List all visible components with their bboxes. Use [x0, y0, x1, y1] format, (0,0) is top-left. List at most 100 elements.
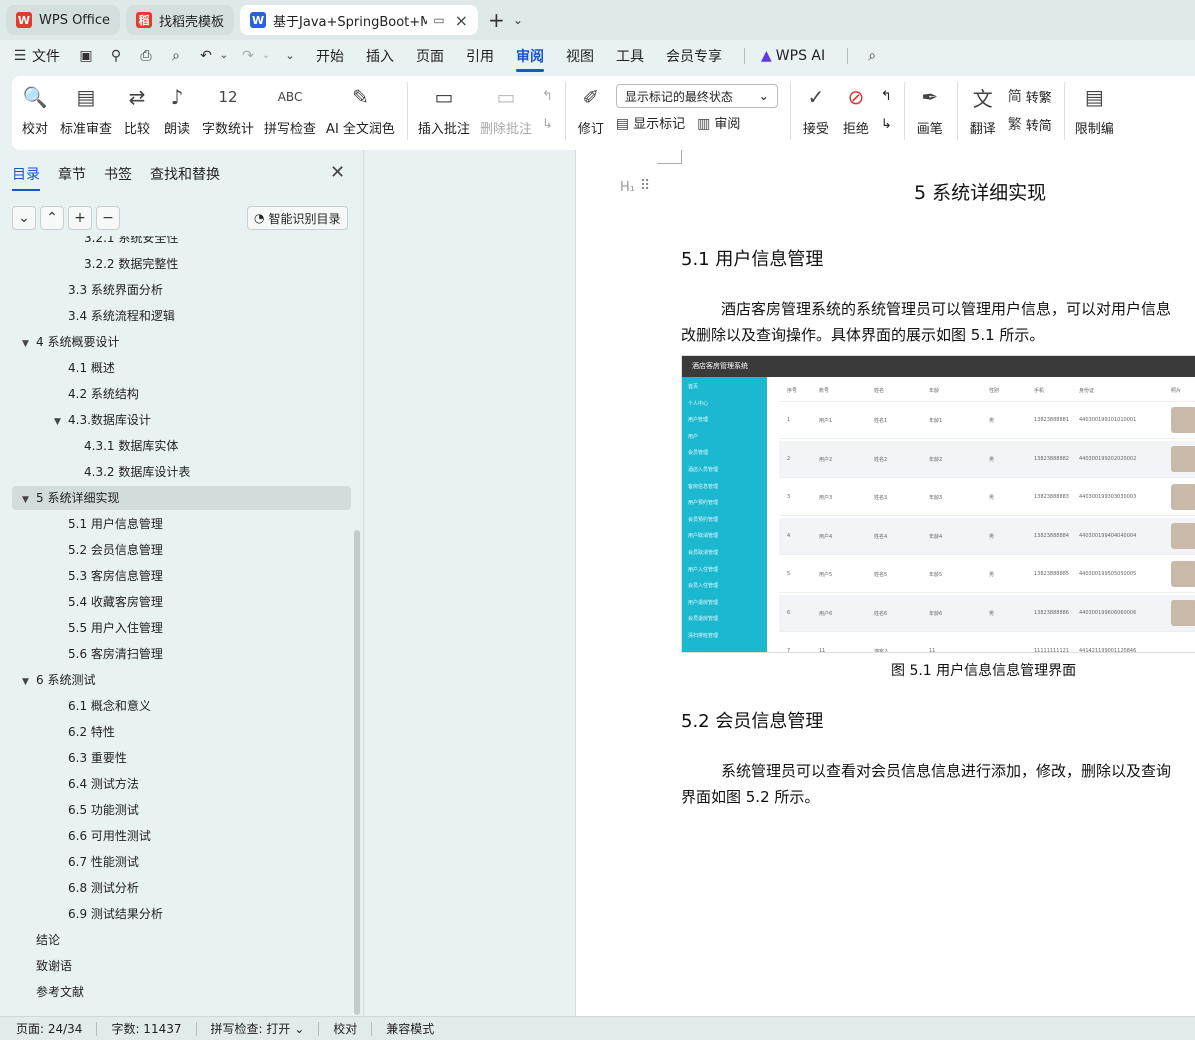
toc-item[interactable]: 5.4 收藏客房管理	[12, 590, 351, 614]
nav-tab-sections[interactable]: 章节	[58, 164, 86, 184]
proof-status[interactable]: 校对	[333, 1020, 357, 1037]
toc-item[interactable]: ▼ 4 系统概要设计	[12, 330, 351, 354]
compare-button[interactable]: ⇄ 比较	[122, 82, 152, 137]
toc-item[interactable]: 6.1 概念和意义	[12, 694, 351, 718]
chevron-down-icon[interactable]: ⌄	[513, 13, 523, 27]
nav-tab-find-replace[interactable]: 查找和替换	[150, 164, 220, 184]
toc-item[interactable]: 6.2 特性	[12, 720, 351, 744]
expand-arrow-icon[interactable]: ▼	[22, 670, 36, 694]
tab-document[interactable]: W 基于Java+SpringBoot+MyS ▭ ×	[240, 5, 479, 35]
drag-handle-icon[interactable]: ⠿	[640, 178, 650, 194]
expand-arrow-icon[interactable]: ▼	[22, 488, 36, 512]
review-pane-button[interactable]: ▥ 审阅	[697, 113, 740, 132]
tab-wps-office[interactable]: W WPS Office	[6, 5, 121, 35]
redo-dropdown-icon[interactable]: ⌄	[258, 48, 274, 64]
delete-comment-button[interactable]: ▭ 删除批注	[480, 82, 532, 137]
expand-arrow-icon[interactable]: ▼	[22, 332, 36, 356]
next-change-icon[interactable]: ↳	[881, 110, 892, 138]
print-preview-icon[interactable]: ⌕	[168, 48, 184, 64]
toc-item[interactable]: 6.9 测试结果分析	[12, 902, 351, 926]
menu-home[interactable]: 开始	[316, 46, 344, 66]
toc-item[interactable]: 5.2 会员信息管理	[12, 538, 351, 562]
toc-item[interactable]: 3.4 系统流程和逻辑	[12, 304, 351, 328]
toc-item[interactable]: 6.7 性能测试	[12, 850, 351, 874]
toc-item[interactable]: 5.5 用户入住管理	[12, 616, 351, 640]
previous-comment-icon[interactable]: ↰	[542, 82, 553, 110]
toc-item[interactable]: 6.3 重要性	[12, 746, 351, 770]
accept-button[interactable]: ✓ 接受	[801, 82, 831, 137]
next-comment-icon[interactable]: ↳	[542, 110, 553, 138]
menu-member[interactable]: 会员专享	[666, 46, 722, 66]
undo-icon[interactable]: ↶	[198, 48, 214, 64]
toc-item[interactable]: 6.4 测试方法	[12, 772, 351, 796]
toc-item[interactable]: 致谢语	[12, 954, 351, 978]
heading-icon[interactable]: H₁	[620, 180, 635, 195]
track-changes-button[interactable]: ✐ 修订	[576, 82, 606, 137]
toc-item[interactable]: 5.6 客房清扫管理	[12, 642, 351, 666]
toc-item[interactable]: 5.1 用户信息管理	[12, 512, 351, 536]
toc-item[interactable]: ▼ 5 系统详细实现	[12, 486, 351, 510]
smart-toc-button[interactable]: ◔ 智能识别目录	[247, 206, 348, 230]
show-markup-button[interactable]: ▤ 显示标记	[616, 113, 685, 132]
toc-item[interactable]: 3.2.1 系统安全性	[12, 236, 351, 250]
pen-button[interactable]: ✒ 画笔	[915, 82, 945, 137]
scrollbar[interactable]	[354, 530, 360, 1015]
toc-item[interactable]: ▼ 6 系统测试	[12, 668, 351, 692]
ai-polish-button[interactable]: ✎ AI 全文润色	[326, 82, 395, 137]
toc-item[interactable]: 6.6 可用性测试	[12, 824, 351, 848]
redo-icon[interactable]: ↷	[240, 48, 256, 64]
menu-file[interactable]: 文件	[32, 46, 60, 66]
menu-wps-ai[interactable]: ▲ WPS AI	[761, 48, 825, 64]
word-count[interactable]: 字数: 11437	[111, 1020, 181, 1037]
toc-item[interactable]: 3.3 系统界面分析	[12, 278, 351, 302]
toc-item[interactable]: 4.3.2 数据库设计表	[12, 460, 351, 484]
screen-icon[interactable]: ▭	[433, 13, 444, 27]
translate-button[interactable]: 文翻译	[968, 82, 998, 138]
proofread-button[interactable]: 🔍 校对	[20, 82, 50, 137]
toc-item[interactable]: 5.3 客房信息管理	[12, 564, 351, 588]
toc-item[interactable]: 参考文献	[12, 980, 351, 1004]
insert-comment-button[interactable]: ▭ 插入批注	[418, 82, 470, 137]
display-mode-select[interactable]: 显示标记的最终状态 ⌄	[615, 84, 778, 108]
spell-check-status[interactable]: 拼写检查: 打开 ⌄	[211, 1020, 305, 1037]
to-simplified-button[interactable]: 繁转简	[1008, 110, 1052, 138]
reject-button[interactable]: ⊘ 拒绝	[841, 82, 871, 137]
expand-down-icon[interactable]: ⌄	[12, 206, 36, 230]
add-icon[interactable]: +	[68, 206, 92, 230]
toc-item[interactable]: ▼ 4.3.数据库设计	[12, 408, 351, 432]
toc-item[interactable]: 4.1 概述	[12, 356, 351, 380]
spell-check-button[interactable]: ABC 拼写检查	[264, 82, 316, 137]
close-tab-icon[interactable]: ×	[455, 11, 468, 30]
save-icon[interactable]: ▣	[78, 48, 94, 64]
menu-insert[interactable]: 插入	[366, 46, 394, 66]
new-tab-icon[interactable]: +	[488, 8, 505, 32]
to-traditional-button[interactable]: 简转繁	[1008, 82, 1052, 110]
word-count-button[interactable]: 12 字数统计	[202, 82, 254, 137]
document-page[interactable]: H₁ ⠿ 5 系统详细实现 5.1 用户信息管理 酒店客房管理系统的系统管理员可…	[575, 150, 1195, 1016]
print-icon[interactable]: ⎙	[138, 48, 154, 64]
menu-page[interactable]: 页面	[416, 46, 444, 66]
menu-tools[interactable]: 工具	[616, 46, 644, 66]
hamburger-icon[interactable]: ☰	[12, 48, 28, 64]
read-aloud-button[interactable]: ♪ 朗读	[162, 82, 192, 137]
expand-arrow-icon[interactable]: ▼	[54, 410, 68, 434]
nav-tab-bookmarks[interactable]: 书签	[104, 164, 132, 184]
toc-item[interactable]: 4.3.1 数据库实体	[12, 434, 351, 458]
menu-view[interactable]: 视图	[566, 46, 594, 66]
standard-review-button[interactable]: ▤ 标准审查	[60, 82, 112, 137]
previous-change-icon[interactable]: ↰	[881, 82, 892, 110]
toc-item[interactable]: 6.8 测试分析	[12, 876, 351, 900]
nav-tab-toc[interactable]: 目录	[12, 164, 40, 191]
more-chevron-icon[interactable]: ⌄	[282, 48, 298, 64]
close-icon[interactable]: ✕	[330, 162, 345, 183]
remove-icon[interactable]: −	[96, 206, 120, 230]
collapse-up-icon[interactable]: ⌃	[40, 206, 64, 230]
toc-item[interactable]: 结论	[12, 928, 351, 952]
link-icon[interactable]: ⚲	[108, 48, 124, 64]
menu-review[interactable]: 审阅	[516, 46, 544, 72]
toc-item[interactable]: 4.2 系统结构	[12, 382, 351, 406]
search-icon[interactable]: ⌕	[864, 48, 880, 64]
tab-template[interactable]: 稻 找稻壳模板	[126, 5, 235, 35]
restrict-edit-button[interactable]: ▤ 限制编	[1075, 82, 1114, 137]
undo-dropdown-icon[interactable]: ⌄	[216, 48, 232, 64]
